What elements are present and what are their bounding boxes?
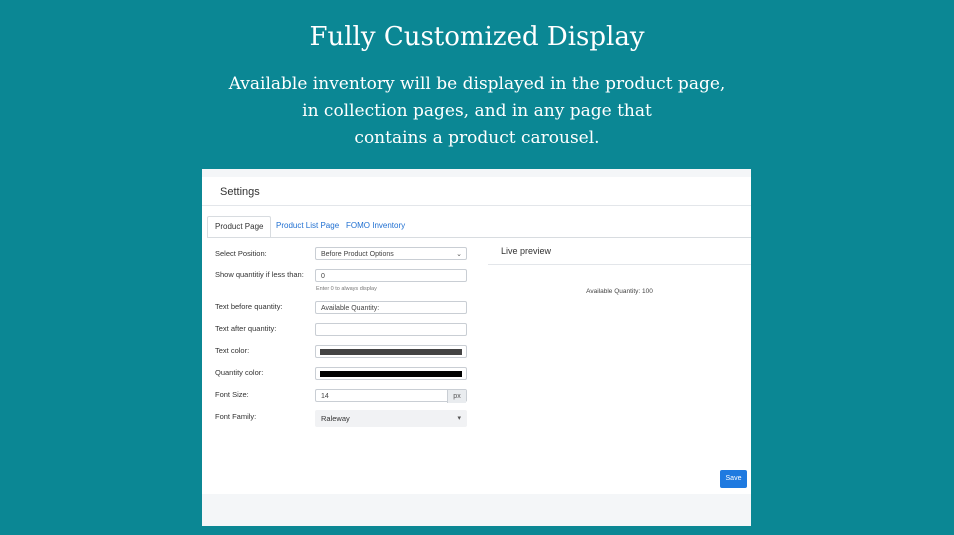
settings-header: Settings [202, 177, 751, 206]
position-label: Select Position: [215, 249, 267, 258]
threshold-input-value: 0 [321, 273, 325, 280]
position-select[interactable]: Before Product Options ⌄ [315, 247, 467, 260]
quantity-color-swatch [320, 371, 462, 377]
tab-product-list-page[interactable]: Product List Page [269, 216, 346, 236]
font-family-label: Font Family: [215, 412, 257, 421]
quantity-color-label: Quantity color: [215, 368, 264, 377]
text-color-picker[interactable] [315, 345, 467, 358]
hero-line: Available inventory will be displayed in… [228, 74, 726, 94]
settings-title: Settings [220, 186, 260, 198]
text-color-swatch [320, 349, 462, 355]
tab-product-page[interactable]: Product Page [207, 216, 272, 238]
threshold-hint: Enter 0 to always display [316, 286, 377, 292]
chevron-down-icon: ⌄ [456, 251, 462, 258]
hero-title: Fully Customized Display [309, 22, 645, 52]
font-family-value: Raleway [321, 414, 350, 423]
settings-panel: Settings Product Page Product List Page … [202, 169, 751, 526]
hero-line: in collection pages, and in any page tha… [302, 101, 652, 121]
live-preview-text: Available Quantity: 100 [586, 288, 653, 295]
text-after-label: Text after quantity: [215, 324, 277, 333]
live-preview-title: Live preview [501, 246, 552, 256]
text-before-label: Text before quantity: [215, 302, 283, 311]
tab-fomo-inventory[interactable]: FOMO Inventory [339, 216, 412, 236]
font-size-label: Font Size: [215, 390, 249, 399]
panel-top-strip [202, 169, 751, 177]
font-size-unit: px [447, 390, 466, 403]
text-after-input[interactable] [315, 323, 467, 336]
threshold-label: Show quantitiy if less than: [215, 270, 304, 279]
text-color-label: Text color: [215, 346, 250, 355]
caret-down-icon: ▾ [457, 415, 461, 422]
font-size-input-value: 14 [321, 393, 329, 400]
threshold-input[interactable]: 0 [315, 269, 467, 282]
panel-footer-strip [202, 494, 751, 526]
font-size-input[interactable]: 14 px [315, 389, 467, 403]
position-select-value: Before Product Options [321, 251, 394, 258]
text-before-input-value: Available Quantity: [321, 305, 380, 312]
save-button[interactable]: Save [720, 470, 747, 488]
font-family-select[interactable]: Raleway ▾ [315, 410, 467, 427]
quantity-color-picker[interactable] [315, 367, 467, 380]
text-before-input[interactable]: Available Quantity: [315, 301, 467, 314]
hero-subtitle: Available inventory will be displayed in… [0, 71, 954, 152]
hero-line: contains a product carousel. [354, 128, 600, 148]
live-preview-header: Live preview [488, 237, 751, 265]
